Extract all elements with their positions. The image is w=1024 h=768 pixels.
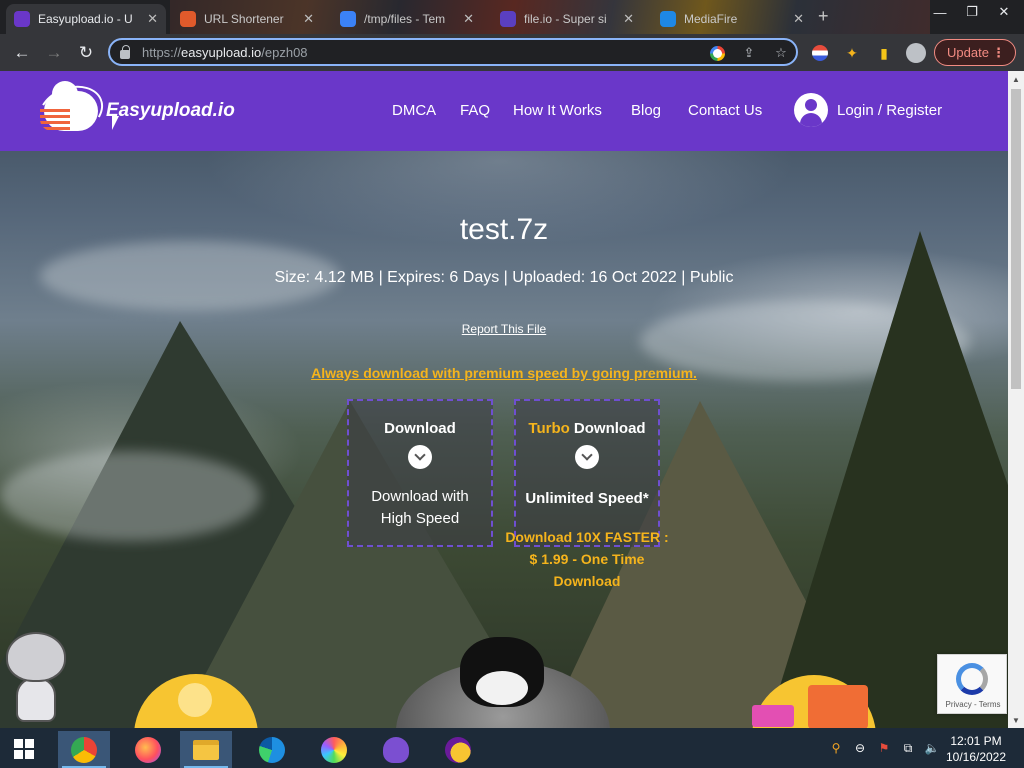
lamp-illustration	[178, 683, 212, 717]
yahoo-messenger-icon[interactable]	[432, 731, 484, 768]
tab-title: URL Shortener	[204, 12, 284, 26]
clock-time: 12:01 PM	[950, 734, 1002, 748]
windows-taskbar: ⚲ ⊖ ⚑ ⧉ 🔈 12:01 PM 10/16/2022	[0, 728, 1024, 768]
tab-easyupload[interactable]: Easyupload.io - U ✕	[6, 4, 166, 34]
chevron-down-icon	[408, 445, 432, 469]
mouse-cursor-icon	[111, 115, 120, 131]
close-window-icon[interactable]: ✕	[988, 0, 1020, 24]
cat-sticker-image	[2, 626, 70, 726]
scroll-down-icon[interactable]: ▼	[1008, 712, 1024, 728]
tab-title: /tmp/files - Tem	[364, 12, 446, 26]
lock-icon[interactable]	[120, 44, 130, 59]
logo-text: Easyupload.io	[106, 100, 235, 121]
back-icon[interactable]: ←	[9, 40, 35, 66]
decorative-illustration	[752, 705, 794, 727]
reload-icon[interactable]: ↻	[73, 40, 99, 66]
scroll-thumb[interactable]	[1011, 89, 1021, 389]
address-bar[interactable]: https://easyupload.io/epzh08 ⇪ ☆	[108, 38, 798, 66]
login-label: Login / Register	[837, 101, 943, 119]
report-file-link[interactable]: Report This File	[462, 322, 546, 336]
chrome-icon[interactable]	[58, 731, 110, 768]
go-premium-link[interactable]: Always download with premium speed by go…	[311, 365, 697, 381]
browser-tab-strip: Easyupload.io - U ✕ URL Shortener ✕ /tmp…	[0, 0, 1024, 34]
turbo-price-note: Download 10X FASTER : $ 1.99 - One Time …	[505, 529, 669, 589]
photos-icon[interactable]	[308, 731, 360, 768]
nav-contact-us[interactable]: Contact Us	[688, 102, 762, 119]
minimize-icon[interactable]: —	[924, 0, 956, 24]
nav-faq[interactable]: FAQ	[460, 102, 490, 119]
cloud-logo-icon	[31, 77, 111, 145]
network-icon[interactable]: ⧉	[900, 740, 916, 756]
extension-flag-icon[interactable]	[810, 43, 830, 63]
file-explorer-icon[interactable]	[180, 731, 232, 768]
tab-url-shortener[interactable]: URL Shortener ✕	[172, 4, 322, 34]
flag-icon[interactable]: ⚑	[876, 740, 892, 756]
browser-toolbar: ← → ↻ https://easyupload.io/epzh08 ⇪ ☆ ✦…	[0, 34, 1024, 71]
fileio-favicon-icon	[500, 11, 516, 27]
mediafire-favicon-icon	[660, 11, 676, 27]
more-menu-icon[interactable]: ⋮	[992, 45, 1005, 61]
bonzi-icon[interactable]	[370, 731, 422, 768]
restore-icon[interactable]: ❐	[956, 0, 988, 24]
tuxedo-cat-face	[476, 671, 528, 705]
new-tab-button[interactable]: +	[818, 6, 829, 27]
turbo-download-subtitle: Unlimited Speed*	[525, 490, 649, 507]
forward-icon[interactable]: →	[41, 40, 67, 66]
tmpfiles-favicon-icon	[340, 11, 356, 27]
free-download-title: Download	[384, 420, 456, 437]
recaptcha-icon	[956, 663, 988, 695]
profile-icon[interactable]	[906, 43, 926, 63]
tab-title: MediaFire	[684, 12, 738, 26]
easyupload-favicon-icon	[14, 11, 30, 27]
page-viewport: Easyupload.io DMCA FAQ How It Works Blog…	[0, 71, 1008, 728]
close-icon[interactable]: ✕	[617, 11, 634, 27]
site-logo[interactable]: Easyupload.io	[31, 77, 235, 145]
update-label: Update	[947, 45, 989, 60]
close-icon[interactable]: ✕	[297, 11, 314, 27]
nav-how-it-works[interactable]: How It Works	[513, 102, 602, 119]
url-shortener-favicon-icon	[180, 11, 196, 27]
recaptcha-terms[interactable]: Privacy - Terms	[938, 700, 1008, 709]
system-clock[interactable]: 12:01 PM 10/16/2022	[940, 733, 1012, 765]
url-text[interactable]: https://easyupload.io/epzh08	[142, 45, 308, 60]
chevron-down-icon	[575, 445, 599, 469]
close-icon[interactable]: ✕	[141, 11, 158, 27]
recaptcha-badge[interactable]: Privacy - Terms	[937, 654, 1007, 714]
tab-title: Easyupload.io - U	[38, 12, 133, 26]
nav-dmca[interactable]: DMCA	[392, 102, 436, 119]
share-icon[interactable]: ⇪	[740, 44, 758, 62]
page-scrollbar[interactable]: ▲ ▼	[1008, 71, 1024, 728]
google-lens-icon[interactable]	[708, 44, 726, 62]
windows-start-icon[interactable]	[14, 739, 34, 759]
side-panel-icon[interactable]: ▮	[874, 43, 894, 63]
cloud-mist	[0, 451, 260, 541]
extensions-puzzle-icon[interactable]: ✦	[842, 43, 862, 63]
free-download-button[interactable]: Download Download with High Speed	[347, 399, 493, 547]
close-icon[interactable]: ✕	[457, 11, 474, 27]
nav-blog[interactable]: Blog	[631, 102, 661, 119]
document-illustration	[808, 685, 868, 728]
tab-fileio[interactable]: file.io - Super si ✕	[492, 4, 642, 34]
tab-mediafire[interactable]: MediaFire ✕	[652, 4, 812, 34]
update-button[interactable]: Update ⋮	[934, 39, 1016, 66]
user-avatar-icon	[794, 93, 828, 127]
free-download-subtitle: Download with High Speed	[371, 488, 469, 527]
file-name: test.7z	[459, 213, 549, 246]
site-header: Easyupload.io DMCA FAQ How It Works Blog…	[0, 71, 1008, 151]
turbo-download-button[interactable]: Turbo Download Unlimited Speed*	[514, 399, 660, 547]
clock-date: 10/16/2022	[945, 750, 1007, 764]
turbo-download-title: Turbo Download	[528, 420, 646, 437]
bookmark-star-icon[interactable]: ☆	[772, 44, 790, 62]
edge-icon[interactable]	[246, 731, 298, 768]
file-meta: Size: 4.12 MB | Expires: 6 Days | Upload…	[274, 269, 734, 286]
volume-icon[interactable]: 🔈	[924, 740, 940, 756]
login-register-link[interactable]: Login / Register	[794, 93, 942, 127]
tab-tmpfiles[interactable]: /tmp/files - Tem ✕	[332, 4, 482, 34]
tab-title: file.io - Super si	[524, 12, 607, 26]
scroll-up-icon[interactable]: ▲	[1008, 71, 1024, 87]
close-icon[interactable]: ✕	[787, 11, 804, 27]
firefox-icon[interactable]	[122, 731, 174, 768]
search-icon[interactable]: ⚲	[828, 740, 844, 756]
notification-icon[interactable]: ⊖	[852, 740, 868, 756]
